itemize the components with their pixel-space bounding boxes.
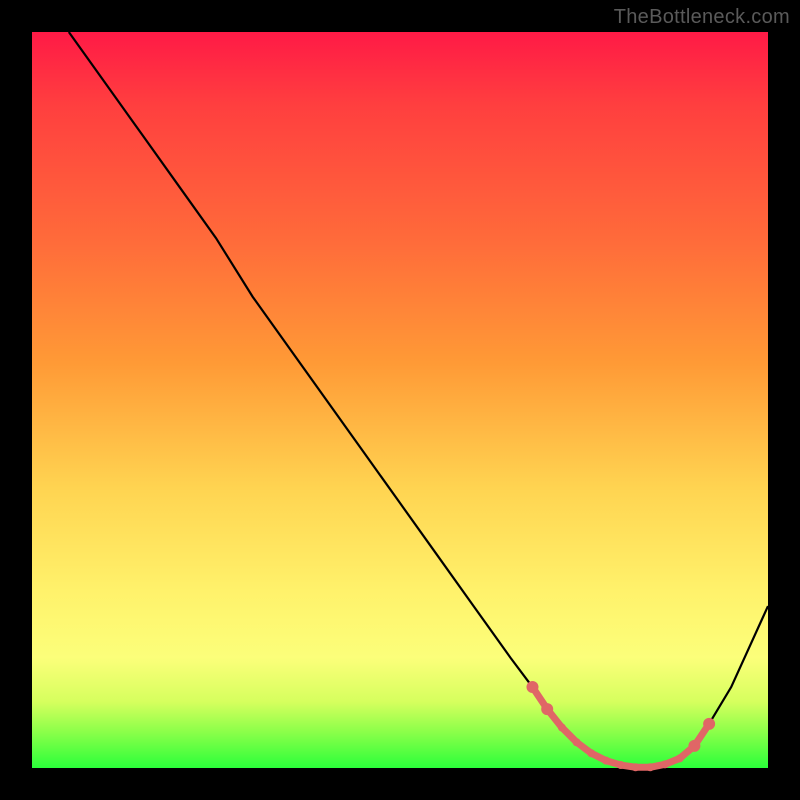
chart-frame: TheBottleneck.com xyxy=(0,0,800,800)
watermark-text: TheBottleneck.com xyxy=(614,6,790,29)
optimal-point xyxy=(602,757,610,765)
curve-layer xyxy=(32,32,768,768)
optimal-point xyxy=(632,763,640,771)
optimal-point xyxy=(703,718,715,730)
optimal-point xyxy=(661,760,669,768)
optimal-point xyxy=(688,740,700,752)
optimal-point xyxy=(617,761,625,769)
optimal-band xyxy=(526,681,715,771)
optimal-point xyxy=(541,703,553,715)
optimal-point xyxy=(573,738,581,746)
optimal-point xyxy=(676,754,684,762)
optimal-point xyxy=(646,763,654,771)
bottleneck-curve xyxy=(69,32,768,767)
optimal-point xyxy=(526,681,538,693)
plot-area xyxy=(32,32,768,768)
optimal-point xyxy=(587,749,595,757)
optimal-point xyxy=(558,724,566,732)
